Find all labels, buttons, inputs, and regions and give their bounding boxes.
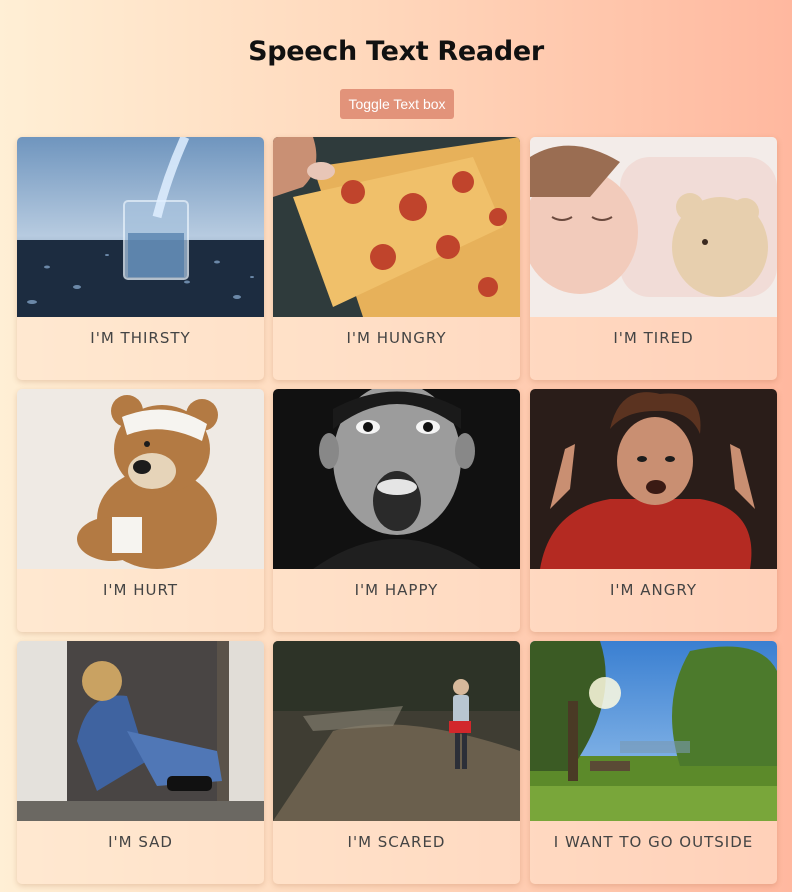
card-label: I WANT TO GO OUTSIDE xyxy=(553,833,754,851)
card-grid: I'M THIRSTY I'M HUNGRY I'M TIRED I'M HUR… xyxy=(17,137,777,892)
card-hurt[interactable]: I'M HURT xyxy=(17,389,264,632)
card-label: I'M HURT xyxy=(102,581,178,599)
card-angry[interactable]: I'M ANGRY xyxy=(530,389,777,632)
toggle-text-box-button[interactable]: Toggle Text box xyxy=(340,89,454,119)
page-title: Speech Text Reader xyxy=(248,36,544,67)
bandaged-teddy-bear-image xyxy=(17,389,264,569)
angry-child-image xyxy=(530,389,777,569)
glass-of-water-image xyxy=(17,137,264,317)
card-label: I'M SAD xyxy=(108,833,173,851)
excited-boy-image xyxy=(273,389,520,569)
sunny-park-image xyxy=(530,641,777,821)
card-happy[interactable]: I'M HAPPY xyxy=(273,389,520,632)
card-label: I'M THIRSTY xyxy=(90,329,191,347)
card-scared[interactable]: I'M SCARED xyxy=(273,641,520,884)
scared-girl-in-woods-image xyxy=(273,641,520,821)
card-tired[interactable]: I'M TIRED xyxy=(530,137,777,380)
sad-girl-image xyxy=(17,641,264,821)
card-label: I'M HAPPY xyxy=(354,581,439,599)
card-label: I'M ANGRY xyxy=(610,581,697,599)
card-hungry[interactable]: I'M HUNGRY xyxy=(273,137,520,380)
sleeping-child-image xyxy=(530,137,777,317)
pizza-image xyxy=(273,137,520,317)
card-thirsty[interactable]: I'M THIRSTY xyxy=(17,137,264,380)
card-label: I'M HUNGRY xyxy=(346,329,447,347)
card-label: I'M TIRED xyxy=(613,329,694,347)
card-go-outside[interactable]: I WANT TO GO OUTSIDE xyxy=(530,641,777,884)
card-sad[interactable]: I'M SAD xyxy=(17,641,264,884)
card-label: I'M SCARED xyxy=(347,833,446,851)
